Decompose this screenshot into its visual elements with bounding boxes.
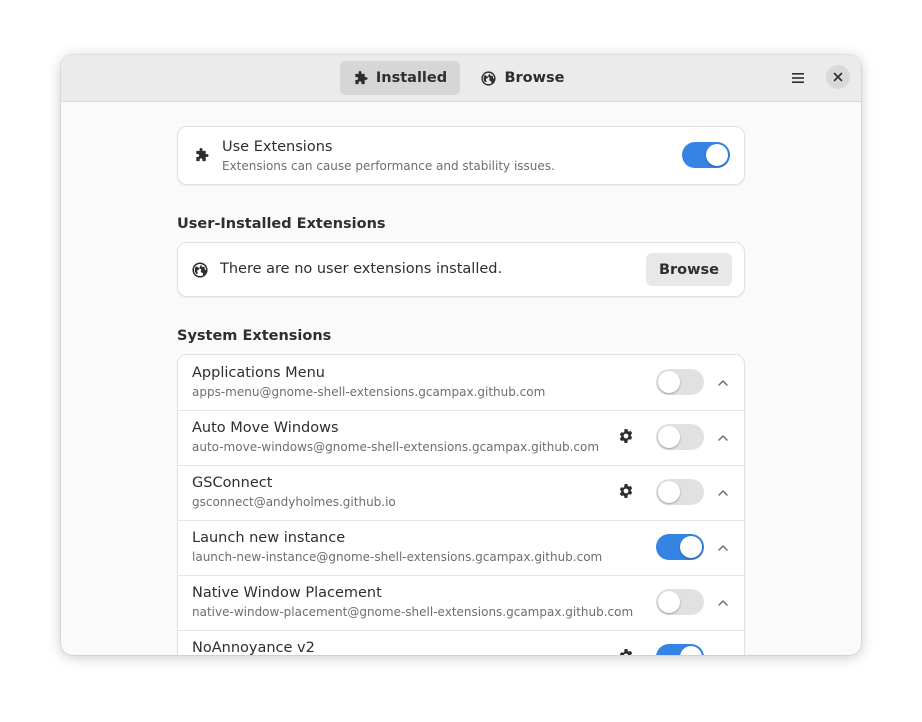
extension-name: Auto Move Windows bbox=[192, 420, 339, 436]
header-bar: Installed Browse bbox=[61, 55, 861, 102]
switch-knob bbox=[680, 536, 702, 558]
chevron-up-icon[interactable] bbox=[716, 540, 730, 554]
extension-enable-switch[interactable] bbox=[656, 589, 704, 615]
extension-enable-switch[interactable] bbox=[656, 369, 704, 395]
extension-row: NoAnnoyance v2 bbox=[178, 630, 744, 655]
close-button[interactable] bbox=[826, 65, 850, 89]
extension-uuid: gsconnect@andyholmes.github.io bbox=[192, 495, 396, 509]
main-menu-button[interactable] bbox=[783, 67, 813, 89]
chevron-up-icon[interactable] bbox=[716, 595, 730, 609]
use-extensions-row: Use Extensions Extensions can cause perf… bbox=[177, 126, 745, 185]
extension-row: Auto Move Windows auto-move-windows@gnome… bbox=[178, 410, 744, 466]
tab-browse-label: Browse bbox=[504, 70, 565, 86]
gear-icon[interactable] bbox=[618, 483, 636, 501]
tab-installed[interactable]: Installed bbox=[340, 61, 460, 95]
extension-uuid: auto-move-windows@gnome-shell-extensions… bbox=[192, 440, 600, 454]
extension-uuid: launch-new-instance@gnome-shell-extensio… bbox=[192, 550, 603, 564]
puzzle-icon bbox=[355, 70, 368, 84]
chevron-up-icon[interactable] bbox=[716, 375, 730, 389]
browse-button[interactable]: Browse bbox=[646, 253, 732, 286]
extension-uuid: native-window-placement@gnome-shell-exte… bbox=[192, 605, 634, 619]
gear-icon[interactable] bbox=[618, 648, 636, 655]
extension-enable-switch[interactable] bbox=[656, 424, 704, 450]
switch-knob bbox=[658, 481, 680, 503]
tab-installed-label: Installed bbox=[375, 70, 448, 86]
extension-uuid: apps-menu@gnome-shell-extensions.gcampax… bbox=[192, 385, 546, 399]
switch-knob bbox=[680, 646, 702, 655]
user-extensions-heading: User-Installed Extensions bbox=[177, 216, 386, 232]
extension-name: NoAnnoyance v2 bbox=[192, 640, 315, 655]
extension-row: Native Window Placement native-window-pla… bbox=[178, 575, 744, 631]
use-extensions-subtitle: Extensions can cause performance and sta… bbox=[222, 159, 555, 173]
chevron-up-icon[interactable] bbox=[716, 650, 730, 655]
extension-enable-switch[interactable] bbox=[656, 644, 704, 655]
globe-icon bbox=[481, 70, 497, 86]
extension-name: Applications Menu bbox=[192, 365, 325, 381]
gear-icon[interactable] bbox=[618, 428, 636, 446]
extension-name: Native Window Placement bbox=[192, 585, 382, 601]
installed-page: Use Extensions Extensions can cause perf… bbox=[61, 102, 861, 655]
hamburger-menu-icon bbox=[792, 73, 804, 83]
use-extensions-switch[interactable] bbox=[682, 142, 730, 168]
switch-knob bbox=[658, 591, 680, 613]
switch-knob bbox=[658, 426, 680, 448]
puzzle-icon bbox=[196, 148, 209, 162]
user-extensions-card: There are no user extensions installed. … bbox=[177, 242, 745, 297]
extension-enable-switch[interactable] bbox=[656, 534, 704, 560]
extension-row: GSConnect gsconnect@andyholmes.github.io bbox=[178, 465, 744, 521]
system-extensions-list: Applications Menu apps-menu@gnome-shell-e… bbox=[177, 354, 745, 655]
extension-name: Launch new instance bbox=[192, 530, 346, 546]
close-icon bbox=[833, 72, 843, 82]
globe-icon bbox=[192, 262, 208, 278]
extension-row: Launch new instance launch-new-instance@g… bbox=[178, 520, 744, 576]
extension-row: Applications Menu apps-menu@gnome-shell-e… bbox=[178, 355, 744, 411]
extension-name: GSConnect bbox=[192, 475, 273, 491]
no-user-extensions-text: There are no user extensions installed. bbox=[220, 261, 503, 277]
extensions-window: Installed Browse Use Extensions Extensio… bbox=[61, 55, 861, 655]
switch-knob bbox=[658, 371, 680, 393]
use-extensions-title: Use Extensions bbox=[222, 139, 333, 155]
switch-knob bbox=[706, 144, 728, 166]
chevron-up-icon[interactable] bbox=[716, 485, 730, 499]
chevron-up-icon[interactable] bbox=[716, 430, 730, 444]
tab-browse[interactable]: Browse bbox=[473, 61, 573, 95]
system-extensions-heading: System Extensions bbox=[177, 328, 332, 344]
extension-enable-switch[interactable] bbox=[656, 479, 704, 505]
